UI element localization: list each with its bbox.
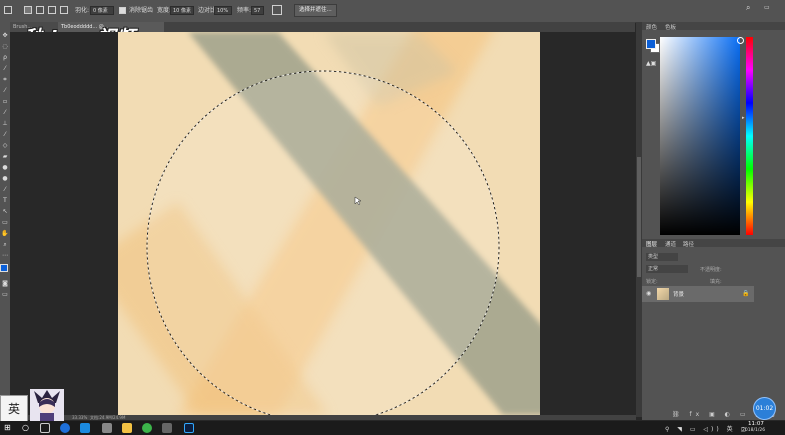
hue-slider-arrow-icon[interactable]: ▸ [742,115,745,121]
feather-label: 羽化: [75,7,90,14]
edge-browser-icon[interactable] [80,423,90,433]
hand-tool-icon[interactable]: ✋ [1,230,9,237]
workspace-icon[interactable]: ▭ [764,4,770,11]
add-selection-icon[interactable] [36,6,44,14]
clone-stamp-icon[interactable]: ⊥ [1,120,9,127]
marquee-tool-icon[interactable]: ◌ [1,43,9,50]
options-bar: 羽化: 0 像素 消除锯齿 宽度: 10 像素 边对比度: 10% 频率: 57… [0,0,785,23]
brush-tool-icon[interactable]: ⁄ [1,109,9,116]
tab-channels[interactable]: 通道 [665,240,676,248]
pen-pressure-icon[interactable] [272,5,282,15]
shape-tool-icon[interactable]: ▭ [1,219,9,226]
layer-thumbnail [657,288,669,300]
feather-input[interactable]: 0 像素 [90,6,114,15]
crop-tool-icon[interactable]: ⌗ [1,76,9,83]
pen-tool-icon[interactable]: ⁄ [1,186,9,193]
antialias-label: 消除锯齿 [129,7,154,14]
healing-brush-icon[interactable]: ▫ [1,98,9,105]
lasso-tool-icon[interactable]: ρ [1,54,9,61]
tab-paths[interactable]: 路径 [683,240,694,248]
right-panels: 颜色 色板 ▲▣ ▸ 图层 通道 路径 类型 正常 不透明度: 锁定: 填充: … [642,22,785,420]
color-picker-ring[interactable] [737,37,744,44]
dodge-tool-icon[interactable]: ● [1,175,9,182]
layer-row[interactable]: ◉ 背景 🔒 [642,286,754,302]
search-taskbar-icon[interactable]: ○ [22,423,32,433]
app-icon[interactable] [102,423,112,433]
antialias-checkbox[interactable] [119,7,126,14]
fg-color-chip[interactable] [646,39,656,49]
avatar-badge: 英 [0,389,70,423]
tab-layers[interactable]: 图层 [646,240,657,248]
screen-mode-icon[interactable]: ▭ [1,291,9,298]
zoom-level: 33.33% [72,415,88,420]
eraser-tool-icon[interactable]: ◇ [1,142,9,149]
color-field[interactable] [660,37,740,235]
app-icon-2[interactable] [162,423,172,433]
status-bar: 33.33% 文档:24.9M/24.9M [10,415,636,420]
hue-slider[interactable] [746,37,753,235]
opacity-label: 不透明度: [700,267,722,273]
layer-name: 背景 [673,292,685,298]
select-and-mask-button[interactable]: 选择并遮住... [294,4,337,17]
history-brush-icon[interactable]: ⁄ [1,131,9,138]
scrollbar-thumb[interactable] [637,157,641,277]
task-view-icon[interactable] [40,423,50,433]
layer-filter-kind[interactable]: 类型 [646,253,678,261]
subtitle-language-badge: 英 [0,395,28,423]
anime-avatar [30,389,64,421]
lock-label: 锁定: [646,279,658,285]
frequency-input[interactable]: 57 [251,6,264,15]
eyedropper-icon[interactable]: ⁄ [1,87,9,94]
search-icon[interactable]: ⌕ [746,3,750,13]
move-tool-icon[interactable]: ✥ [1,32,9,39]
intersect-selection-icon[interactable] [60,6,68,14]
layer-visibility-eye-icon[interactable]: ◉ [646,290,651,297]
foreground-color-swatch[interactable] [0,264,8,272]
ie-browser-icon[interactable] [60,423,70,433]
canvas-area[interactable] [10,32,636,415]
artwork-canvas[interactable] [118,32,540,415]
path-select-icon[interactable]: ↖ [1,208,9,215]
layer-lock-icon: 🔒 [742,290,750,297]
photoshop-taskbar-icon[interactable] [184,423,194,433]
quick-select-icon[interactable]: ⁄ [1,65,9,72]
gamut-warning-icon: ▲▣ [646,60,657,67]
more-tools-icon[interactable]: ⋯ [1,252,9,259]
file-explorer-icon[interactable] [122,423,132,433]
clock-date: 2018/1/26 [742,428,766,433]
tab-swatches[interactable]: 色板 [665,23,676,31]
frequency-label: 频率: [237,7,252,14]
blend-mode-select[interactable]: 正常 [646,265,688,273]
system-tray-icons[interactable]: ⚲ ◥ ▭ ◁)) 英 ▢ [665,424,749,433]
width-input[interactable]: 10 像素 [170,6,194,15]
clock-time: 11:07 [748,421,764,427]
quick-mask-icon[interactable]: ◙ [1,280,9,287]
recording-timer-button[interactable]: 01:02 [753,397,776,420]
fill-label: 填充: [710,279,722,285]
blur-tool-icon[interactable]: ● [1,164,9,171]
tab-color[interactable]: 颜色 [646,23,657,31]
watercolor-artwork [118,32,540,415]
subtract-selection-icon[interactable] [48,6,56,14]
windows-taskbar: ⊞ ○ ⚲ ◥ ▭ ◁)) 英 ▢ 11:07 2018/1/26 [0,421,785,435]
width-label: 宽度: [157,7,172,14]
zoom-tool-icon[interactable]: ⌕ [1,241,9,248]
gradient-tool-icon[interactable]: ▰ [1,153,9,160]
type-tool-icon[interactable]: T [1,197,9,204]
tool-preset-icon[interactable] [4,6,12,14]
contrast-input[interactable]: 10% [214,6,232,15]
new-selection-icon[interactable] [24,6,32,14]
green-app-icon[interactable] [142,423,152,433]
start-windows-icon[interactable]: ⊞ [4,423,14,433]
